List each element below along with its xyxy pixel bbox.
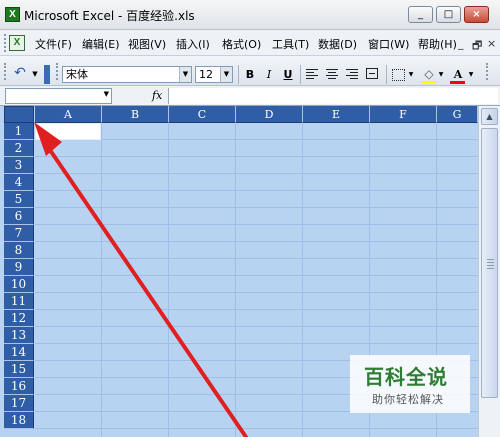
fill-dropdown-icon[interactable]: ▼ <box>437 66 445 83</box>
window-title: Microsoft Excel - 百度经验.xls <box>24 9 195 23</box>
font-name-select[interactable]: 宋体 ▼ <box>62 66 192 83</box>
align-center-icon[interactable] <box>326 69 338 79</box>
row-header-6[interactable]: 6 <box>4 208 34 225</box>
select-all-button[interactable] <box>4 106 34 123</box>
menu-tools[interactable]: 工具(T) <box>272 36 309 52</box>
italic-button[interactable]: I <box>261 66 277 83</box>
merge-center-icon[interactable] <box>366 68 378 79</box>
menu-window[interactable]: 窗口(W) <box>368 36 409 52</box>
align-left-icon[interactable] <box>306 69 318 79</box>
row-header-8[interactable]: 8 <box>4 242 34 259</box>
workbook-icon[interactable]: X <box>9 35 25 51</box>
toolbar-options-handle[interactable] <box>486 63 488 80</box>
vertical-scrollbar[interactable]: ▲ <box>478 106 500 437</box>
menu-file[interactable]: 文件(F) <box>35 36 72 52</box>
chevron-down-icon[interactable]: ▼ <box>220 67 232 82</box>
column-header-f[interactable]: F <box>370 106 437 123</box>
close-button[interactable]: × <box>464 6 489 23</box>
row-header-10[interactable]: 10 <box>4 276 34 293</box>
watermark-title: 百科全说 <box>364 365 448 389</box>
column-header-a[interactable]: A <box>35 106 102 123</box>
row-header-9[interactable]: 9 <box>4 259 34 276</box>
window-titlebar: X Microsoft Excel - 百度经验.xls _ □ × <box>0 0 500 30</box>
column-header-g[interactable]: G <box>437 106 478 123</box>
menu-data[interactable]: 数据(D) <box>318 36 357 52</box>
row-header-12[interactable]: 12 <box>4 310 34 327</box>
toolbar-separator <box>300 65 301 84</box>
borders-dropdown-icon[interactable]: ▼ <box>407 66 415 83</box>
row-header-4[interactable]: 4 <box>4 174 34 191</box>
row-header-15[interactable]: 15 <box>4 361 34 378</box>
scrollbar-thumb[interactable] <box>481 128 498 398</box>
row-header-14[interactable]: 14 <box>4 344 34 361</box>
row-header-2[interactable]: 2 <box>4 140 34 157</box>
watermark-logo: 百科全说 助你轻松解决 <box>350 355 470 413</box>
active-cell-a1[interactable] <box>35 123 101 140</box>
row-header-18[interactable]: 18 <box>4 412 34 429</box>
toolbar-separator <box>238 65 239 84</box>
row-header-16[interactable]: 16 <box>4 378 34 395</box>
font-size-value: 12 <box>199 68 213 81</box>
font-color-swatch <box>450 81 465 84</box>
column-header-e[interactable]: E <box>303 106 370 123</box>
menu-bar: X 文件(F) 编辑(E) 视图(V) 插入(I) 格式(O) 工具(T) 数据… <box>0 30 500 56</box>
borders-icon[interactable] <box>392 69 405 81</box>
column-header-d[interactable]: D <box>236 106 303 123</box>
column-header-b[interactable]: B <box>102 106 169 123</box>
row-header-5[interactable]: 5 <box>4 191 34 208</box>
menu-edit[interactable]: 编辑(E) <box>82 36 120 52</box>
font-size-select[interactable]: 12 ▼ <box>195 66 233 83</box>
excel-app-icon[interactable]: X <box>5 7 20 22</box>
menu-grip-handle[interactable] <box>4 34 6 52</box>
bold-button[interactable]: B <box>242 66 258 83</box>
row-header-1[interactable]: 1 <box>4 123 34 140</box>
toolbar-grip-handle-2[interactable] <box>56 63 58 80</box>
row-header-13[interactable]: 13 <box>4 327 34 344</box>
doc-close-button[interactable]: × <box>487 37 496 50</box>
function-icon[interactable]: fx <box>152 89 162 102</box>
toolbar-divider <box>44 65 50 84</box>
minimize-button[interactable]: _ <box>408 6 433 23</box>
formula-input[interactable] <box>168 88 498 104</box>
chevron-down-icon[interactable]: ▼ <box>104 90 109 98</box>
column-header-c[interactable]: C <box>169 106 236 123</box>
font-name-value: 宋体 <box>66 68 88 81</box>
doc-minimize-button[interactable]: _ <box>458 37 464 50</box>
row-header-7[interactable]: 7 <box>4 225 34 242</box>
undo-icon[interactable]: ↶ <box>12 64 28 82</box>
menu-insert[interactable]: 插入(I) <box>176 36 210 52</box>
row-header-3[interactable]: 3 <box>4 157 34 174</box>
menu-format[interactable]: 格式(O) <box>222 36 261 52</box>
align-right-icon[interactable] <box>346 69 358 79</box>
menu-help[interactable]: 帮助(H) <box>418 36 457 52</box>
row-header-17[interactable]: 17 <box>4 395 34 412</box>
name-box[interactable]: ▼ <box>5 88 112 104</box>
undo-dropdown-icon[interactable]: ▼ <box>30 66 40 83</box>
toolbar-separator <box>386 65 387 84</box>
thumb-grip-icon <box>487 259 494 271</box>
underline-button[interactable]: U <box>280 66 296 83</box>
row-header-11[interactable]: 11 <box>4 293 34 310</box>
formatting-toolbar: ↶ ▼ 宋体 ▼ 12 ▼ B I U ▼ ◇ ▼ A ▼ <box>0 56 500 86</box>
menu-view[interactable]: 视图(V) <box>128 36 166 52</box>
toolbar-grip-handle[interactable] <box>4 63 6 80</box>
formula-bar: ▼ fx <box>0 86 500 106</box>
watermark-subtitle: 助你轻松解决 <box>372 393 444 406</box>
font-color-dropdown-icon[interactable]: ▼ <box>467 66 475 83</box>
maximize-button[interactable]: □ <box>436 6 461 23</box>
chevron-down-icon[interactable]: ▼ <box>179 67 191 82</box>
fill-color-swatch <box>421 81 436 84</box>
scroll-up-icon[interactable]: ▲ <box>481 108 498 125</box>
doc-restore-button[interactable]: 🗗 <box>472 37 482 56</box>
